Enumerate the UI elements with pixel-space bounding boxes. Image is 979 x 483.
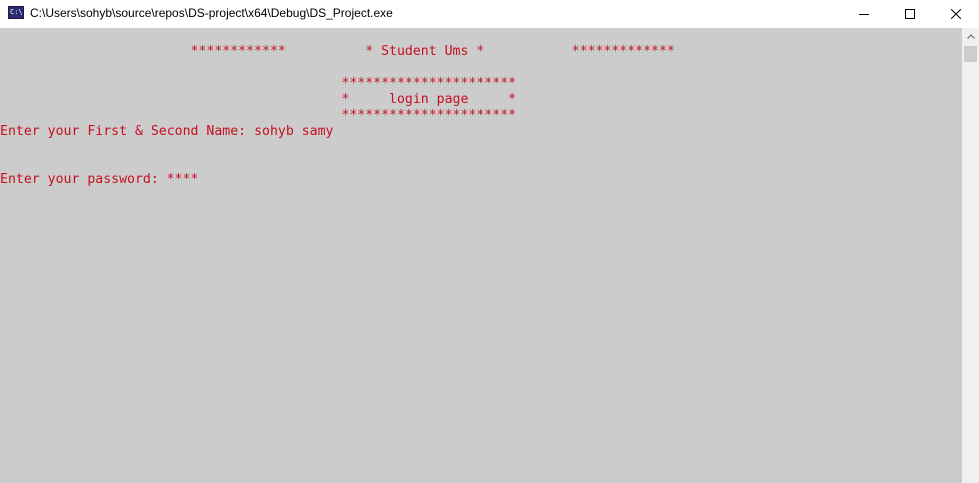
login-box-top: ********************** xyxy=(0,76,517,91)
console-window: C:\ C:\Users\sohyb\source\repos\DS-proje… xyxy=(0,0,979,483)
name-prompt: Enter your First & Second Name: sohyb sa… xyxy=(0,124,334,139)
password-prompt: Enter your password: **** xyxy=(0,172,199,187)
login-box-title: * login page * xyxy=(0,92,517,107)
header-line: ************ * Student Ums * ***********… xyxy=(0,44,675,59)
minimize-button[interactable] xyxy=(841,0,887,28)
close-icon xyxy=(951,9,961,19)
console-output[interactable]: ************ * Student Ums * ***********… xyxy=(0,28,962,483)
scroll-up-button[interactable] xyxy=(962,28,979,45)
scroll-thumb[interactable] xyxy=(964,46,977,62)
minimize-icon xyxy=(859,14,869,15)
login-box-bottom: ********************** xyxy=(0,108,517,123)
maximize-icon xyxy=(905,9,915,19)
close-button[interactable] xyxy=(933,0,979,28)
console-app-icon: C:\ xyxy=(8,6,24,19)
chevron-up-icon xyxy=(966,34,975,39)
window-title: C:\Users\sohyb\source\repos\DS-project\x… xyxy=(30,6,393,20)
vertical-scrollbar[interactable] xyxy=(962,28,979,483)
title-bar[interactable]: C:\ C:\Users\sohyb\source\repos\DS-proje… xyxy=(0,0,979,28)
window-controls xyxy=(841,0,979,28)
maximize-button[interactable] xyxy=(887,0,933,28)
